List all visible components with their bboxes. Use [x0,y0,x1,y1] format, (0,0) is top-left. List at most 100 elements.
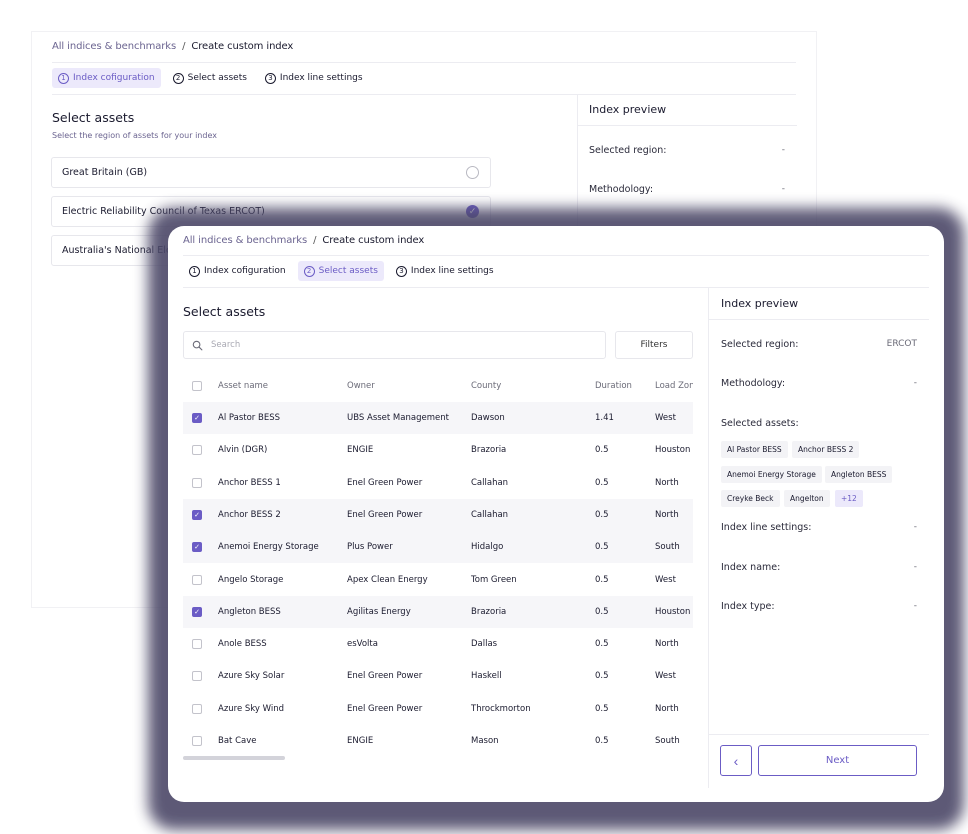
table-row[interactable]: Alvin (DGR) ENGIE Brazoria 0.5 Houston [183,434,693,466]
table-row[interactable]: Azure Sky Solar Enel Green Power Haskell 0.… [183,660,693,692]
table-row[interactable]: ✓ Anchor BESS 2 Enel Green Power Callahan 0.… [183,498,693,531]
duration-cell: 0.5 [595,445,609,456]
step-label: Index cofiguration [204,266,286,276]
asset-name-cell: Angleton BESS [218,606,281,617]
more-assets-tag[interactable]: +12 [835,490,863,507]
checkbox-checked[interactable]: ✓ [192,606,202,617]
owner-cell: Enel Green Power [347,509,423,520]
load-zone-cell: West [655,671,676,682]
step-number: 3 [264,72,276,84]
column-header-county[interactable]: County [471,381,501,391]
county-cell: Brazoria [471,445,507,456]
duration-cell: 0.5 [595,574,609,585]
table-row[interactable]: Bat Cave ENGIE Mason 0.5 South [183,725,693,757]
step-label: Select assets [187,73,247,83]
asset-name-cell: Alvin (DGR) [218,445,268,456]
load-zone-cell: North [655,477,679,488]
divider [709,734,929,735]
index-preview-panel: Index preview Selected region: ERCOT Met… [708,288,944,788]
step-select-assets[interactable]: 2 Select assets [297,261,384,281]
table-row[interactable]: ✓ Anemoi Energy Storage Plus Power Hidalgo 0… [183,531,693,564]
step-label: Index line settings [410,266,494,276]
owner-cell: esVolta [347,639,378,650]
breadcrumb: All indices & benchmarks / Create custom… [52,41,293,52]
checkbox[interactable] [192,477,202,488]
preview-region-value: ERCOT [886,339,917,349]
breadcrumb-parent-link[interactable]: All indices & benchmarks [52,41,176,52]
county-cell: Throckmorton [471,703,531,714]
duration-cell: 0.5 [595,671,609,682]
owner-cell: Enel Green Power [347,477,423,488]
back-button[interactable]: ‹ [720,745,752,776]
county-cell: Callahan [471,509,509,520]
checkbox[interactable] [192,671,202,682]
chevron-left-icon: ‹ [733,752,739,769]
step-index-configuration[interactable]: 1 Index cofiguration [183,261,292,281]
search-input[interactable] [211,340,591,350]
breadcrumb-current: Create custom index [191,41,294,52]
divider [183,255,929,256]
column-header-duration[interactable]: Duration [595,381,632,391]
preview-title: Index preview [589,103,667,116]
table-row[interactable]: Anole BESS esVolta Dallas 0.5 North [183,628,693,660]
table-row[interactable]: ✓ Al Pastor BESS UBS Asset Management Dawso… [183,402,693,434]
section-title: Select assets [183,304,266,319]
checkbox[interactable] [192,639,202,650]
step-index-line-settings[interactable]: 3 Index line settings [259,68,369,88]
section-subtitle: Select the region of assets for your ind… [52,131,217,140]
duration-cell: 1.41 [595,413,614,423]
load-zone-cell: Houston [655,606,691,617]
checkbox-checked[interactable]: ✓ [192,509,202,520]
asset-tag: Creyke Beck [721,490,780,507]
load-zone-cell: West [655,413,676,423]
owner-cell: Apex Clean Energy [347,574,428,585]
duration-cell: 0.5 [595,606,609,617]
asset-name-cell: Bat Cave [218,736,257,746]
load-zone-cell: North [655,509,679,520]
preview-methodology-value: - [781,184,785,194]
asset-name-cell: Al Pastor BESS [218,413,280,423]
search-field[interactable] [183,331,606,359]
asset-name-cell: Anchor BESS 1 [218,477,281,488]
step-label: Index cofiguration [73,73,155,83]
breadcrumb-parent-link[interactable]: All indices & benchmarks [183,235,307,246]
table-header-row: Asset name Owner County Duration Load Zo… [183,370,693,402]
checkbox-checked[interactable]: ✓ [192,413,202,423]
next-button[interactable]: Next [758,745,917,776]
checkbox[interactable] [192,703,202,714]
step-index-line-settings[interactable]: 3 Index line settings [390,261,500,281]
duration-cell: 0.5 [595,703,609,714]
assets-table: Asset name Owner County Duration Load Zo… [183,370,693,760]
select-all-checkbox[interactable] [192,381,202,391]
region-option-gb[interactable]: Great Britain (GB) [51,157,491,188]
filters-button[interactable]: Filters [615,331,693,359]
step-index-configuration[interactable]: 1 Index cofiguration [52,68,161,88]
asset-tag: Al Pastor BESS [721,441,788,458]
column-header-load-zone[interactable]: Load Zon [655,381,693,391]
step-label: Select assets [318,266,378,276]
preview-methodology-label: Methodology: [721,378,786,389]
table-row[interactable]: ✓ Angleton BESS Agilitas Energy Brazoria 0.5… [183,595,693,628]
preview-selected-assets-label: Selected assets: [721,418,799,429]
table-row[interactable]: Anchor BESS 1 Enel Green Power Callahan 0.5… [183,467,693,499]
horizontal-scrollbar[interactable] [183,756,285,760]
stepper: 1 Index cofiguration 2 Select assets 3 I… [52,68,369,88]
radio-button[interactable] [466,166,479,179]
checkbox[interactable] [192,736,202,746]
step-select-assets[interactable]: 2 Select assets [167,68,253,88]
stepper: 1 Index cofiguration 2 Select assets 3 I… [183,261,500,281]
table-row[interactable]: Angelo Storage Apex Clean Energy Tom Green… [183,564,693,596]
checkbox[interactable] [192,574,202,585]
checkbox-checked[interactable]: ✓ [192,542,202,553]
county-cell: Mason [471,736,499,746]
preview-index-line-settings-value: - [913,522,917,532]
checkbox[interactable] [192,445,202,456]
column-header-asset-name[interactable]: Asset name [218,381,268,391]
divider [578,125,797,126]
column-header-owner[interactable]: Owner [347,381,375,391]
preview-index-line-settings-label: Index line settings: [721,522,812,533]
search-icon [192,340,203,350]
table-row[interactable]: Azure Sky Wind Enel Green Power Throckmort… [183,693,693,725]
asset-name-cell: Angelo Storage [218,574,284,585]
owner-cell: Enel Green Power [347,703,423,714]
